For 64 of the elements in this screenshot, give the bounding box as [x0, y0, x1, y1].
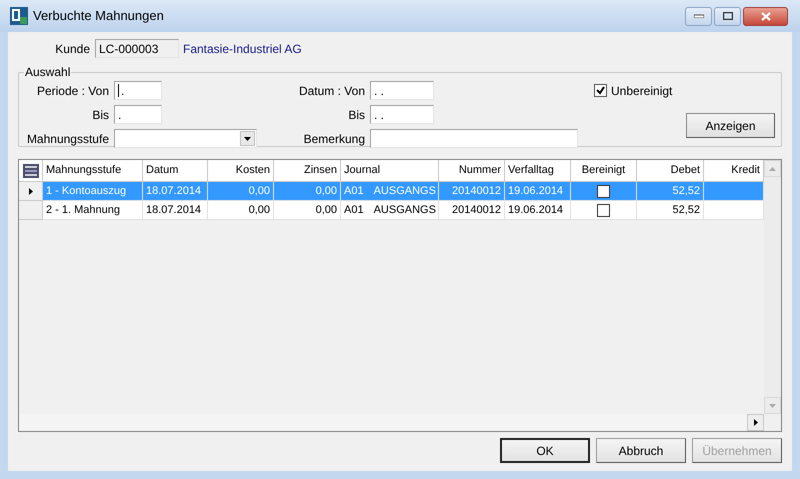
table-cell: 0,00	[274, 201, 341, 220]
close-button[interactable]	[743, 6, 788, 26]
group-title: Auswahl	[24, 65, 72, 79]
field-label: Datum : Von	[298, 82, 366, 100]
table-cell: 1 - Kontoauszug	[43, 182, 143, 201]
grid-icon	[22, 164, 38, 178]
input-field[interactable]: .	[114, 105, 162, 124]
scroll-right-icon[interactable]	[747, 414, 764, 431]
table-cell: 19.06.2014	[505, 182, 571, 201]
column-header[interactable]: Kredit	[704, 160, 764, 182]
window-title: Verbuchte Mahnungen	[33, 7, 164, 26]
dropdown-field[interactable]	[114, 129, 257, 148]
table-row[interactable]: 2 - 1. Mahnung 18.07.2014 0,00 0,00 A01 AUSGANGS 20140012 19.06.2014 52,52	[19, 201, 764, 220]
input-field[interactable]	[370, 129, 578, 148]
current-row-icon	[28, 188, 32, 194]
column-header[interactable]: Zinsen	[274, 160, 341, 182]
customer-name: Fantasie-Industriel AG	[183, 40, 302, 58]
column-header[interactable]: Bereinigt	[571, 160, 637, 182]
table-cell: 19.06.2014	[505, 201, 571, 220]
field-label: Mahnungsstufe	[26, 130, 110, 148]
column-header[interactable]: Journal	[341, 160, 439, 182]
field-label: Periode : Von	[36, 82, 110, 100]
dialog-button[interactable]: OK	[500, 438, 590, 463]
close-icon	[760, 12, 770, 20]
minimize-icon	[694, 14, 704, 18]
column-header[interactable]: Mahnungsstufe	[43, 160, 143, 182]
table-cell: 52,52	[637, 182, 704, 201]
table-cell: 0,00	[208, 201, 274, 220]
row-header[interactable]	[19, 182, 43, 201]
table-cell: 20140012	[439, 182, 505, 201]
minimize-button[interactable]	[685, 6, 712, 26]
dialog-button[interactable]: Abbruch	[596, 438, 686, 463]
table-cell: 18.07.2014	[143, 182, 208, 201]
field-label: Bis	[347, 106, 366, 124]
customer-id-field: LC-000003	[95, 39, 179, 58]
table-cell: 0,00	[208, 182, 274, 201]
table-cell: A01 AUSGANGS	[341, 182, 439, 201]
table-cell: 20140012	[439, 201, 505, 220]
input-field[interactable]: .	[114, 81, 162, 100]
maximize-icon	[722, 12, 732, 20]
column-header[interactable]: Verfalltag	[505, 160, 571, 182]
checkbox-option[interactable]: Unbereinigt	[594, 81, 775, 100]
column-header[interactable]: Kosten	[208, 160, 274, 182]
app-logo-icon	[10, 7, 28, 25]
column-header[interactable]: Datum	[143, 160, 208, 182]
horizontal-scrollbar[interactable]	[19, 414, 764, 431]
input-field[interactable]: . .	[370, 81, 434, 100]
input-field[interactable]: . .	[370, 105, 434, 124]
field-label: Kunde	[54, 40, 91, 58]
show-button[interactable]: Anzeigen	[686, 113, 775, 138]
table-cell: A01 AUSGANGS	[341, 201, 439, 220]
table-cell: 18.07.2014	[143, 201, 208, 220]
table-cell: 0,00	[274, 182, 341, 201]
table-cell: 2 - 1. Mahnung	[43, 201, 143, 220]
column-header[interactable]: Nummer	[439, 160, 505, 182]
text-caret	[118, 84, 119, 97]
checkbox[interactable]	[597, 204, 610, 216]
column-header[interactable]: Debet	[637, 160, 704, 182]
maximize-button[interactable]	[714, 6, 741, 26]
checkbox[interactable]	[597, 184, 610, 198]
table-cell: 52,52	[637, 201, 704, 220]
field-label: Bemerkung	[302, 130, 366, 148]
checkbox[interactable]	[594, 84, 607, 97]
field-label: Bis	[91, 106, 110, 124]
